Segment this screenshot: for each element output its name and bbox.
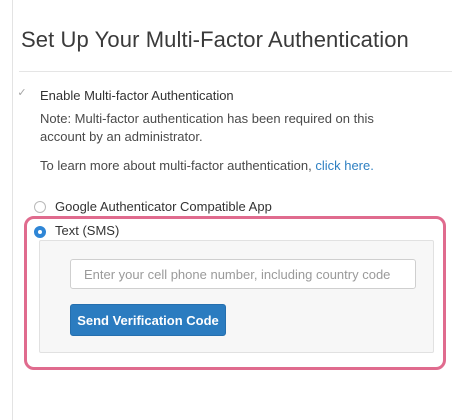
phone-number-input[interactable]	[70, 259, 416, 289]
learn-more-link[interactable]: click here.	[315, 158, 374, 173]
enable-mfa-checkbox[interactable]: ✓	[17, 87, 27, 99]
learn-more-prefix: To learn more about multi-factor authent…	[40, 158, 312, 173]
enable-mfa-label: Enable Multi-factor Authentication	[40, 88, 234, 103]
send-verification-code-button[interactable]: Send Verification Code	[70, 304, 226, 336]
mfa-required-note: Note: Multi-factor authentication has be…	[40, 111, 374, 144]
google-authenticator-radio[interactable]	[34, 201, 46, 213]
title-divider	[19, 71, 452, 72]
page-title: Set Up Your Multi-Factor Authentication	[21, 27, 409, 52]
sms-setup-box	[39, 240, 434, 353]
check-icon: ✓	[17, 87, 27, 99]
google-authenticator-label[interactable]: Google Authenticator Compatible App	[55, 199, 272, 214]
learn-more-text: To learn more about multi-factor authent…	[40, 158, 374, 173]
